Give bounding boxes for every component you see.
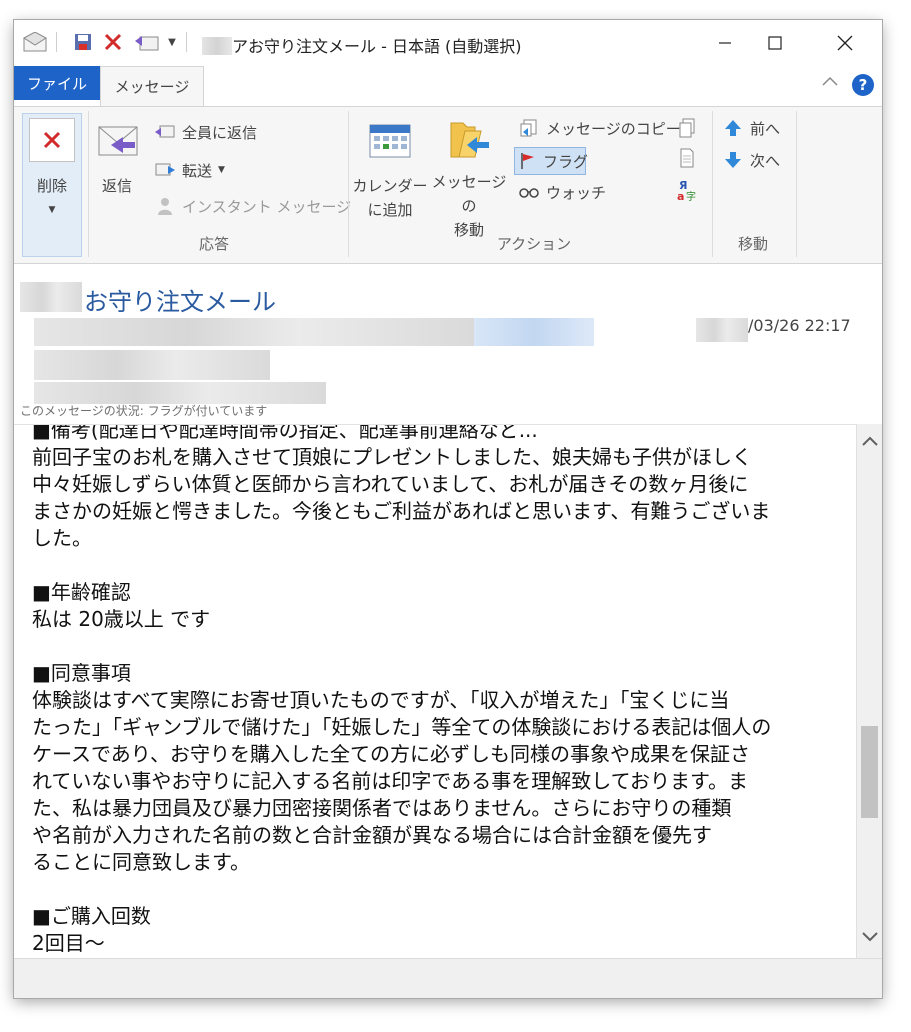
mail-window: ▼ アお守り注文メール - 日本語 (自動選択) ファイル メッセージ ? 削除… — [14, 20, 882, 998]
minimize-icon — [719, 42, 731, 44]
reply-all-button[interactable]: 全員に返信 — [154, 119, 257, 145]
minimize-button[interactable] — [702, 20, 748, 66]
forward-icon — [154, 159, 176, 181]
next-label: 次へ — [750, 151, 781, 170]
calendar-label-line1: カレンダー — [352, 177, 428, 195]
copy-message-icon — [518, 117, 540, 139]
folder-move-icon — [450, 122, 489, 158]
move-group-label: 移動 — [737, 235, 768, 253]
scroll-up-icon[interactable] — [857, 428, 882, 454]
redacted-sender — [34, 318, 474, 346]
instant-message-button[interactable]: インスタント メッセージ — [154, 193, 351, 219]
reply-icon[interactable] — [132, 29, 162, 55]
redacted-cc — [34, 382, 326, 404]
glasses-icon — [518, 181, 540, 203]
vertical-scrollbar[interactable] — [856, 424, 882, 958]
message-header: お守り注文メール /03/26 22:17 このメッセージの状況: フラグが付い… — [14, 264, 882, 424]
scroll-down-icon[interactable] — [857, 924, 882, 950]
copy-message-label: メッセージのコピー — [546, 119, 681, 138]
move-message-button[interactable]: メッセージの 移動 — [428, 117, 510, 242]
redacted-title-prefix — [202, 37, 232, 55]
quick-access-dropdown-icon[interactable]: ▼ — [164, 29, 180, 55]
scrollbar-thumb[interactable] — [861, 726, 878, 818]
collapse-ribbon-icon[interactable] — [820, 74, 840, 94]
svg-text:a: a — [677, 190, 684, 202]
translate-icon: Яa字 — [676, 179, 698, 202]
forward-button[interactable]: 転送 ▼ — [154, 157, 225, 183]
ribbon-tabs: ファイル メッセージ ? — [14, 66, 882, 106]
flag-status-info: このメッセージの状況: フラグが付いています — [20, 404, 268, 418]
arrow-down-icon — [722, 149, 744, 171]
message-body[interactable]: ■備考(配達日や配達時間帯の指定、配達事前連絡など... 前回子宝のお札を購入さ… — [14, 424, 856, 958]
flag-button[interactable]: フラグ — [514, 147, 589, 175]
redacted-recipient — [34, 350, 270, 380]
tab-message[interactable]: メッセージ — [100, 66, 204, 106]
save-icon[interactable] — [70, 29, 96, 55]
actions-group-label: アクション — [496, 235, 572, 253]
watch-button[interactable]: ウォッチ — [518, 179, 606, 205]
help-icon[interactable]: ? — [852, 74, 874, 96]
delete-large-icon — [29, 118, 75, 162]
flag-label: フラグ — [543, 152, 589, 171]
mail-app-icon[interactable] — [22, 29, 48, 55]
redacted-sender-link[interactable] — [474, 318, 594, 346]
encoding-button[interactable]: Яa字 — [676, 177, 704, 203]
tab-file[interactable]: ファイル — [14, 66, 100, 100]
delete-button[interactable]: 削除 ▼ — [22, 113, 82, 257]
reply-all-icon — [154, 121, 176, 143]
redacted-subject-prefix — [20, 282, 82, 312]
previous-label: 前へ — [750, 119, 781, 138]
message-subject: お守り注文メール — [84, 288, 276, 316]
calendar-icon — [369, 124, 411, 158]
delete-dropdown-icon: ▼ — [48, 205, 56, 215]
delete-label: 削除 — [36, 177, 67, 195]
forward-dropdown-icon: ▼ — [218, 165, 225, 175]
message-body-text: ■備考(配達日や配達時間帯の指定、配達事前連絡など... 前回子宝のお札を購入さ… — [32, 424, 772, 955]
message-date: /03/26 22:17 — [748, 316, 851, 335]
reply-label: 返信 — [101, 177, 132, 195]
page-icon — [676, 147, 698, 169]
flag-icon — [519, 150, 537, 172]
page-button[interactable] — [676, 145, 704, 171]
move-label-line1: メッセージの — [431, 173, 507, 215]
instant-message-label: インスタント メッセージ — [182, 197, 352, 216]
redacted-date-prefix — [696, 318, 748, 342]
close-icon — [837, 35, 853, 51]
status-bar — [14, 958, 882, 998]
forward-label: 転送 — [182, 161, 213, 180]
maximize-button[interactable] — [752, 20, 798, 66]
respond-group-label: 応答 — [198, 235, 229, 253]
maximize-icon — [768, 36, 782, 50]
copy-page-button[interactable] — [676, 115, 704, 141]
person-icon — [154, 195, 176, 217]
add-to-calendar-button[interactable]: カレンダー に追加 — [352, 121, 428, 222]
arrow-up-icon — [722, 117, 744, 139]
reply-large-icon — [98, 126, 138, 156]
next-button[interactable]: 次へ — [722, 147, 780, 173]
previous-button[interactable]: 前へ — [722, 115, 780, 141]
reply-all-label: 全員に返信 — [182, 123, 258, 142]
copy-page-icon — [676, 117, 698, 139]
watch-label: ウォッチ — [546, 183, 607, 202]
delete-icon[interactable] — [100, 29, 126, 55]
ribbon: 削除 ▼ 返信 全員に返信 転送 ▼ インスタント メッセージ 応答 カレンダー… — [14, 106, 882, 264]
reply-button[interactable]: 返信 — [92, 117, 142, 198]
title-bar: ▼ アお守り注文メール - 日本語 (自動選択) — [14, 20, 882, 66]
copy-message-button[interactable]: メッセージのコピー — [518, 115, 681, 141]
svg-text:字: 字 — [686, 190, 696, 202]
window-title: アお守り注文メール - 日本語 (自動選択) — [202, 33, 522, 57]
calendar-label-line2: に追加 — [367, 201, 413, 219]
close-button[interactable] — [822, 20, 868, 66]
